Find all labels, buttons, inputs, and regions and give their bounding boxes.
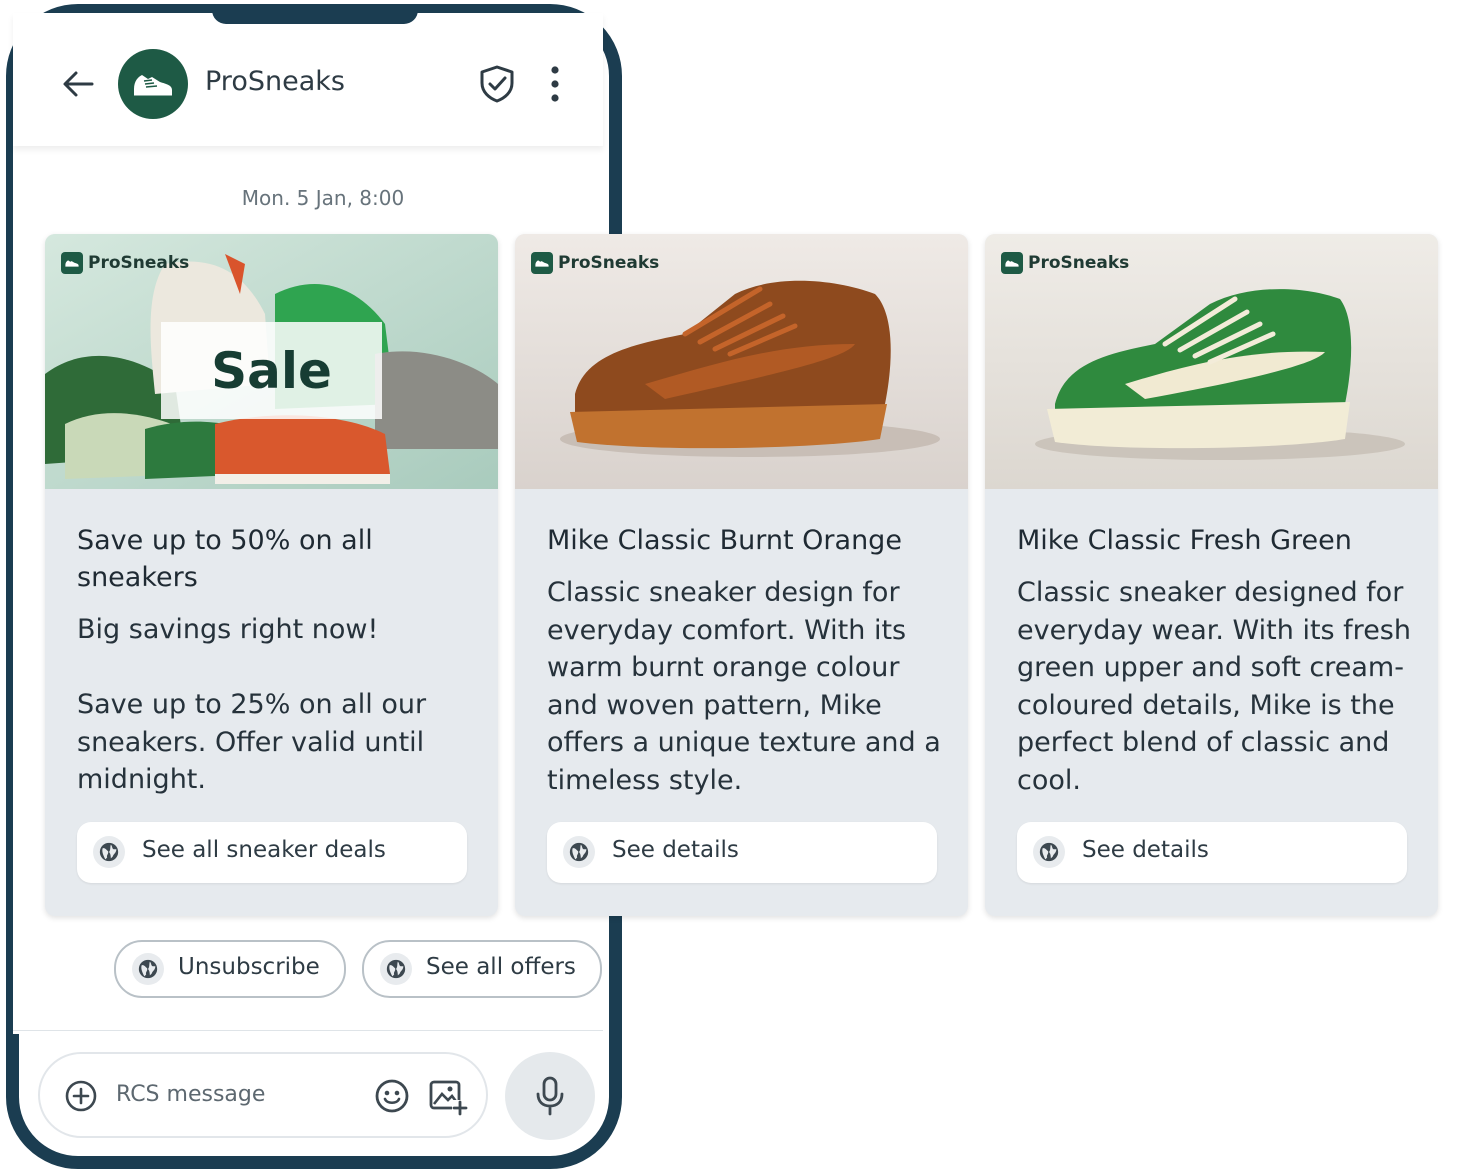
- globe-icon: [380, 953, 412, 985]
- unsubscribe-suggestion[interactable]: Unsubscribe: [114, 940, 346, 998]
- suggestion-label: See all offers: [426, 954, 576, 980]
- sneaker-logo-icon: [134, 75, 172, 96]
- globe-icon: [563, 836, 595, 868]
- message-input-placeholder[interactable]: RCS message: [116, 1082, 265, 1107]
- brand-chip: ProSneaks: [61, 251, 189, 275]
- brand-chip: ProSneaks: [531, 251, 659, 275]
- button-label: See details: [1082, 837, 1209, 863]
- carousel-card-burnt-orange[interactable]: ProSneaks Mike Classic Burnt Orange Clas…: [515, 234, 968, 916]
- add-circle-icon[interactable]: [64, 1079, 98, 1113]
- globe-icon: [93, 836, 125, 868]
- card-title: Mike Classic Fresh Green: [1017, 525, 1352, 556]
- sneaker-logo-icon: [1001, 252, 1023, 274]
- shield-check-icon[interactable]: [478, 64, 516, 104]
- brand-chip-label: ProSneaks: [1028, 253, 1130, 273]
- card-title: Save up to 50% on all sneakers: [77, 525, 373, 593]
- back-arrow-icon[interactable]: [58, 64, 98, 104]
- message-composer[interactable]: RCS message: [38, 1052, 488, 1138]
- microphone-icon: [536, 1076, 564, 1116]
- emoji-icon[interactable]: [374, 1078, 410, 1114]
- globe-icon: [1033, 836, 1065, 868]
- card-description: Classic sneaker design for everyday comf…: [547, 577, 941, 796]
- carousel-card-fresh-green[interactable]: ProSneaks Mike Classic Fresh Green Class…: [985, 234, 1438, 916]
- see-all-sneaker-deals-button[interactable]: See all sneaker deals: [77, 822, 467, 883]
- microphone-button[interactable]: [505, 1052, 595, 1140]
- phone-notch: [212, 4, 418, 24]
- suggestion-label: Unsubscribe: [178, 954, 320, 980]
- brand-chip-label: ProSneaks: [88, 253, 190, 273]
- sneaker-logo-icon: [531, 252, 553, 274]
- avatar[interactable]: [118, 49, 188, 119]
- brand-chip: ProSneaks: [1001, 251, 1129, 275]
- composer-divider: [13, 1030, 603, 1031]
- card-title: Mike Classic Burnt Orange: [547, 525, 902, 556]
- card-description: Classic sneaker designed for everyday we…: [1017, 577, 1411, 796]
- button-label: See details: [612, 837, 739, 863]
- card-description: Big savings right now! Save up to 25% on…: [77, 614, 427, 795]
- more-vertical-icon[interactable]: [540, 64, 570, 104]
- message-timestamp: Mon. 5 Jan, 8:00: [241, 186, 405, 210]
- see-all-offers-suggestion[interactable]: See all offers: [362, 940, 602, 998]
- globe-icon: [132, 953, 164, 985]
- sneaker-logo-icon: [61, 252, 83, 274]
- sale-overlay-text: Sale: [211, 341, 332, 400]
- button-label: See all sneaker deals: [142, 837, 386, 863]
- brand-name: ProSneaks: [205, 66, 345, 97]
- brand-chip-label: ProSneaks: [558, 253, 660, 273]
- see-details-button[interactable]: See details: [1017, 822, 1407, 883]
- carousel-card-sale[interactable]: Sale ProSneaks Save up to 50% on all sne…: [45, 234, 498, 916]
- add-image-icon[interactable]: [428, 1076, 468, 1116]
- see-details-button[interactable]: See details: [547, 822, 937, 883]
